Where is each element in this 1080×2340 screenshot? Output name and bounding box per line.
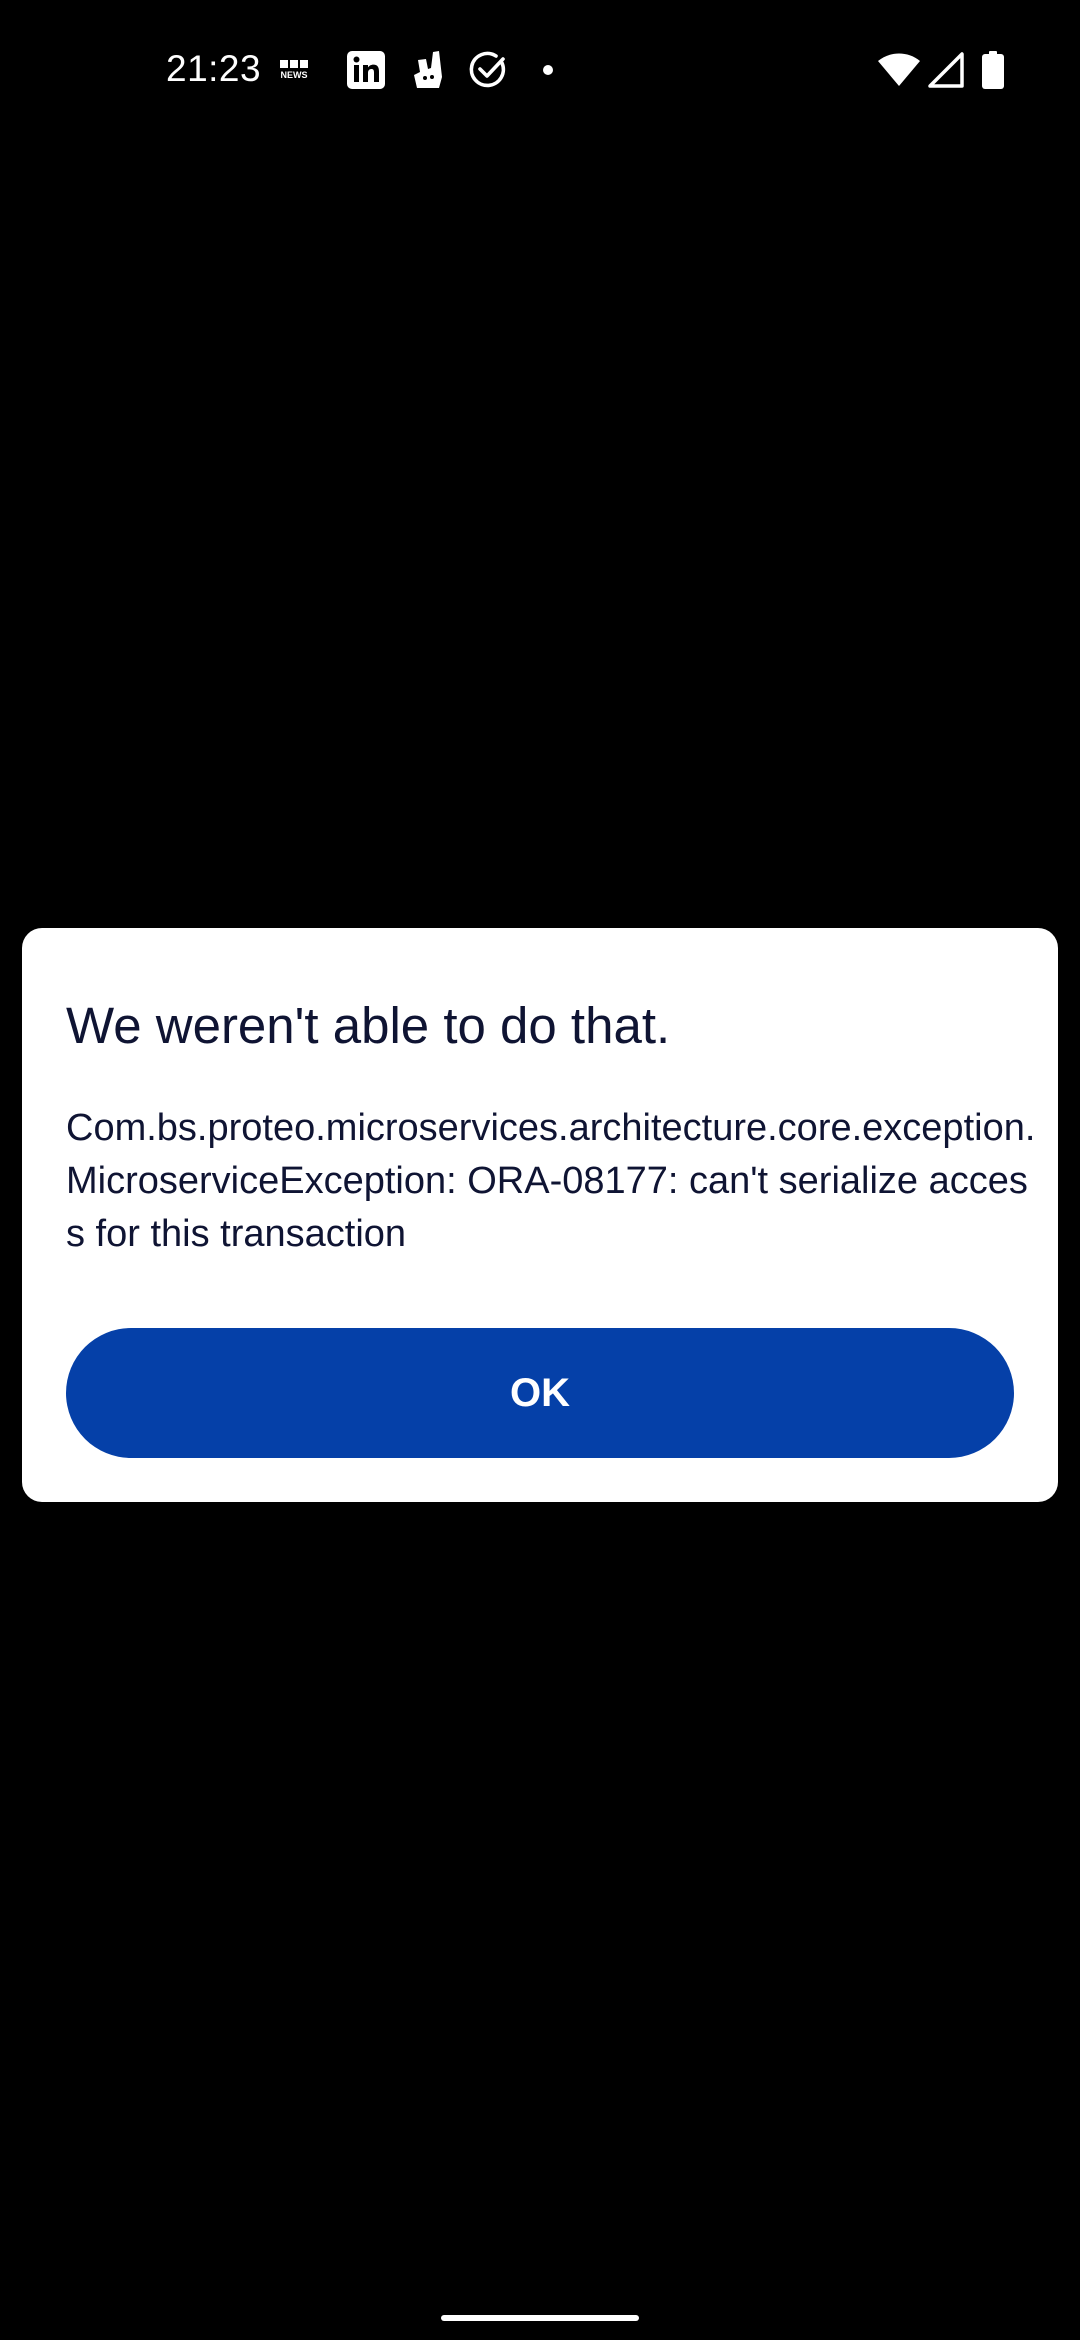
check-circle-icon <box>468 50 508 90</box>
battery-icon <box>982 50 1004 90</box>
bbc-news-icon: NEWS <box>278 50 310 90</box>
notification-icons: NEWS <box>278 50 554 90</box>
status-bar: 21:23 NEWS <box>0 0 1080 140</box>
gesture-navigation-bar[interactable] <box>441 2315 639 2321</box>
dot-icon <box>542 50 554 90</box>
bbc-news-label: NEWS <box>280 70 308 80</box>
wifi-icon <box>878 50 920 90</box>
dialog-title: We weren't able to do that. <box>66 997 671 1054</box>
deliveroo-icon <box>408 50 448 90</box>
error-dialog: We weren't able to do that. Com.bs.prote… <box>22 928 1058 1502</box>
ok-button[interactable]: OK <box>66 1328 1014 1458</box>
system-icons <box>878 50 1004 90</box>
dialog-message: Com.bs.proteo.microservices.architecture… <box>66 1107 1036 1255</box>
signal-icon <box>928 50 964 90</box>
status-time: 21:23 <box>166 48 262 89</box>
linkedin-icon <box>346 50 386 90</box>
